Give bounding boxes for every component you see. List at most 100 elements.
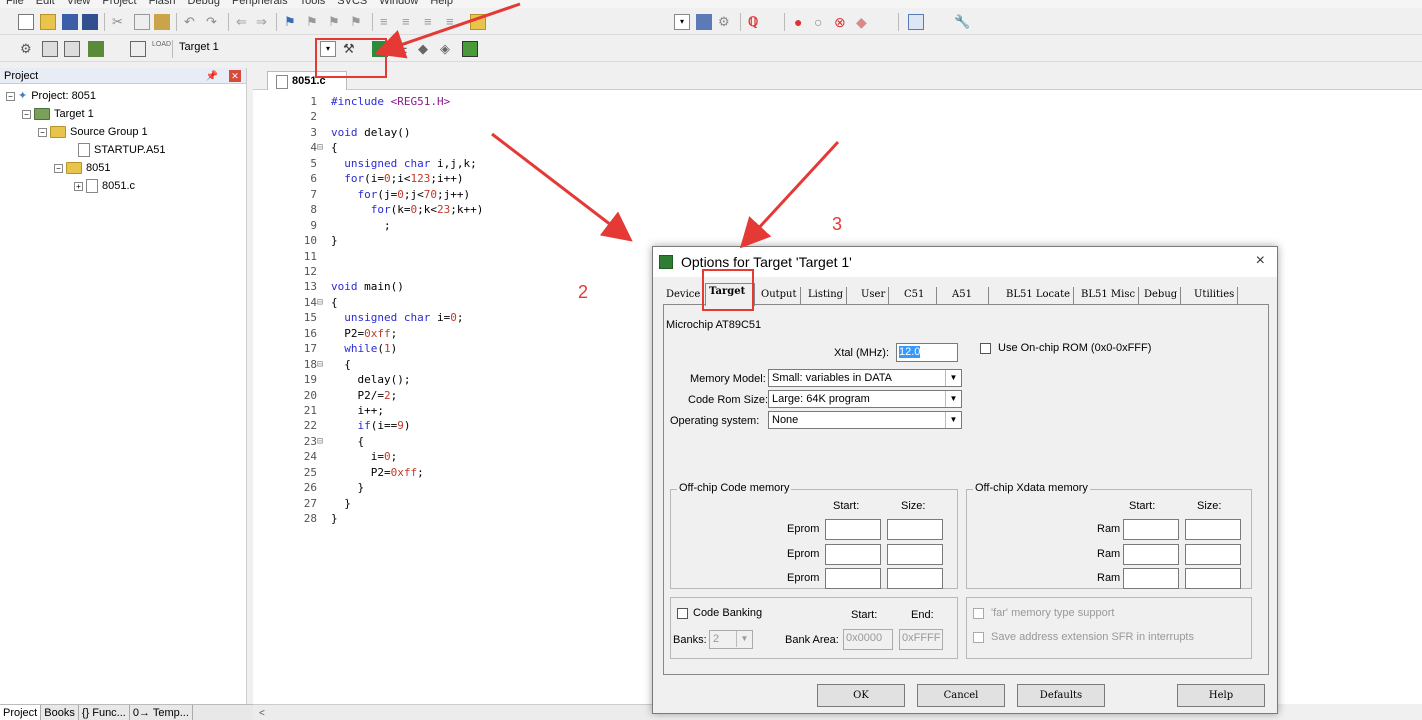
- tree-item-group-8051[interactable]: − 8051: [54, 160, 110, 176]
- batch-build-icon[interactable]: [88, 41, 104, 57]
- tab-listing[interactable]: Listing: [805, 287, 848, 305]
- nav-back-icon[interactable]: ⇐: [236, 14, 252, 30]
- save-sfr-checkbox[interactable]: [973, 632, 984, 643]
- copy-icon[interactable]: [134, 14, 150, 30]
- collapse-icon[interactable]: −: [6, 91, 15, 101]
- tree-item-startup-file[interactable]: STARTUP.A51: [78, 142, 166, 158]
- debug-start-icon[interactable]: ℚ: [748, 14, 764, 30]
- tab-books[interactable]: Books: [41, 705, 79, 720]
- menu-window[interactable]: Window: [373, 0, 424, 8]
- eprom1-start-input[interactable]: [825, 519, 881, 540]
- far-memory-checkbox[interactable]: [973, 608, 984, 619]
- menu-file[interactable]: File: [0, 0, 30, 8]
- breakpoint-insert-icon[interactable]: ●: [794, 14, 810, 30]
- settings-icon[interactable]: ⚙: [718, 14, 734, 30]
- scroll-left-icon[interactable]: <: [253, 708, 265, 719]
- stop-build-icon[interactable]: [130, 41, 146, 57]
- tab-a51[interactable]: A51: [949, 287, 989, 305]
- cancel-button[interactable]: Cancel: [917, 684, 1005, 707]
- memory-model-select[interactable]: Small: variables in DATA ▼: [768, 369, 962, 387]
- comment-icon[interactable]: ≡: [424, 14, 440, 30]
- menu-help[interactable]: Help: [424, 0, 459, 8]
- tab-bl51-misc[interactable]: BL51 Misc: [1078, 287, 1140, 305]
- collapse-icon[interactable]: −: [38, 127, 47, 137]
- save-all-icon[interactable]: [82, 14, 98, 30]
- bookmark-clear-icon[interactable]: ⚑: [350, 14, 366, 30]
- chevron-down-icon[interactable]: ▼: [736, 631, 752, 647]
- ram3-size-input[interactable]: [1185, 568, 1241, 589]
- collapse-icon[interactable]: −: [54, 163, 63, 173]
- expand-icon[interactable]: +: [74, 181, 83, 191]
- tab-functions[interactable]: {} Func...: [79, 705, 130, 720]
- code-rom-select[interactable]: Large: 64K program ▼: [768, 390, 962, 408]
- tab-utilities[interactable]: Utilities: [1191, 287, 1239, 305]
- nav-forward-icon[interactable]: ⇒: [256, 14, 272, 30]
- rte-icon[interactable]: ◆: [418, 41, 434, 57]
- bank-end-input[interactable]: 0xFFFF: [899, 629, 943, 650]
- bank-start-input[interactable]: 0x0000: [843, 629, 893, 650]
- chevron-down-icon[interactable]: ▼: [945, 412, 961, 428]
- file-extensions-icon[interactable]: ☰: [396, 41, 412, 57]
- menu-project[interactable]: Project: [96, 0, 142, 8]
- build-icon[interactable]: [42, 41, 58, 57]
- undo-icon[interactable]: ↶: [184, 14, 200, 30]
- menu-tools[interactable]: Tools: [294, 0, 332, 8]
- xtal-input[interactable]: 12.0: [896, 343, 958, 362]
- window-layout-icon[interactable]: [908, 14, 924, 30]
- banks-select[interactable]: 2 ▼: [709, 630, 753, 649]
- dialog-close-icon[interactable]: ×: [1256, 252, 1265, 270]
- target-select[interactable]: Target 1: [179, 41, 219, 53]
- chevron-down-icon[interactable]: ▼: [945, 391, 961, 407]
- ram2-start-input[interactable]: [1123, 544, 1179, 565]
- fold-icon[interactable]: ⊟: [317, 434, 329, 449]
- tree-item-target[interactable]: − Target 1: [22, 106, 94, 122]
- bookmark-toggle-icon[interactable]: ⚑: [284, 14, 300, 30]
- collapse-icon[interactable]: −: [22, 109, 31, 119]
- pin-icon[interactable]: 📌: [206, 69, 218, 85]
- dropdown-icon[interactable]: ▾: [674, 14, 690, 30]
- breakpoint-kill-icon[interactable]: ⊗: [834, 14, 850, 30]
- tab-user[interactable]: User: [858, 287, 890, 305]
- tab-templates[interactable]: 0→ Temp...: [130, 705, 193, 720]
- window-icon[interactable]: [696, 14, 712, 30]
- uncomment-icon[interactable]: ≡: [446, 14, 462, 30]
- fold-icon[interactable]: ⊟: [317, 295, 329, 310]
- eprom2-size-input[interactable]: [887, 544, 943, 565]
- ram1-size-input[interactable]: [1185, 519, 1241, 540]
- menu-edit[interactable]: Edit: [30, 0, 61, 8]
- bookmark-prev-icon[interactable]: ⚑: [306, 14, 322, 30]
- redo-icon[interactable]: ↷: [206, 14, 222, 30]
- eprom2-start-input[interactable]: [825, 544, 881, 565]
- translate-icon[interactable]: ⚙: [20, 41, 36, 57]
- tab-project[interactable]: Project: [0, 705, 42, 720]
- cut-icon[interactable]: ✂: [112, 14, 128, 30]
- code-banking-checkbox[interactable]: [677, 608, 688, 619]
- tab-bl51-locate[interactable]: BL51 Locate: [1003, 287, 1075, 305]
- unindent-icon[interactable]: ≡: [402, 14, 418, 30]
- ram2-size-input[interactable]: [1185, 544, 1241, 565]
- eprom3-size-input[interactable]: [887, 568, 943, 589]
- eprom3-start-input[interactable]: [825, 568, 881, 589]
- rebuild-icon[interactable]: [64, 41, 80, 57]
- download-icon[interactable]: LOAD: [152, 41, 171, 57]
- close-icon[interactable]: ✕: [229, 70, 241, 82]
- breakpoint-disable-icon[interactable]: ○: [814, 14, 830, 30]
- new-file-icon[interactable]: [18, 14, 34, 30]
- indent-icon[interactable]: ≡: [380, 14, 396, 30]
- breakpoint-all-icon[interactable]: ◆: [856, 14, 872, 30]
- tab-c51[interactable]: C51: [901, 287, 937, 305]
- select-packs-icon[interactable]: [462, 41, 478, 57]
- horizontal-scrollbar[interactable]: <: [253, 704, 653, 720]
- ram1-start-input[interactable]: [1123, 519, 1179, 540]
- menu-debug[interactable]: Debug: [182, 0, 226, 8]
- help-button[interactable]: Help: [1177, 684, 1265, 707]
- eprom1-size-input[interactable]: [887, 519, 943, 540]
- onchip-rom-checkbox[interactable]: [980, 343, 991, 354]
- save-icon[interactable]: [62, 14, 78, 30]
- configure-icon[interactable]: 🔧: [954, 14, 970, 30]
- tab-output[interactable]: Output: [758, 287, 801, 305]
- bookmark-next-icon[interactable]: ⚑: [328, 14, 344, 30]
- tree-item-project[interactable]: − ✦ Project: 8051: [6, 88, 96, 104]
- os-select[interactable]: None ▼: [768, 411, 962, 429]
- fold-icon[interactable]: ⊟: [317, 357, 329, 372]
